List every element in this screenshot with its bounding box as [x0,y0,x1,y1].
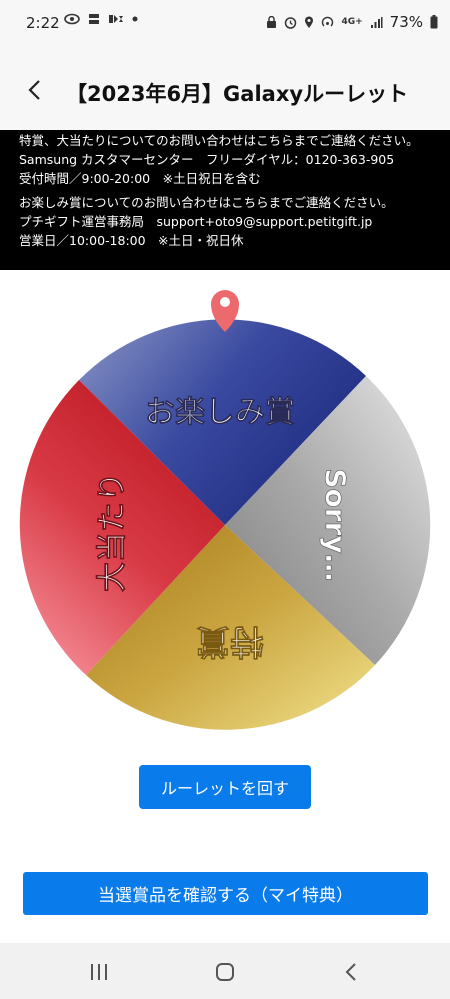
notification-icons [64,13,138,25]
home-button[interactable] [210,959,240,985]
info-line: 営業日／10:00-18:00 ※土日・祝日休 [19,233,244,248]
info-line: お楽しみ賞についてのお問い合わせはこちらまでご連絡ください。 [19,195,394,210]
roulette-wheel: お楽しみ賞 Sorry… 特賞 大当たり [0,280,450,730]
nav-back-button[interactable] [336,959,366,985]
back-arrow-icon [345,963,356,981]
network-type: 4G+ [341,17,363,27]
chevron-left-icon [28,80,40,100]
contact-info-banner: 特賞、大当たりについてのお問い合わせはこちらまでご連絡ください。 Samsung… [0,130,450,270]
location-icon [305,16,314,28]
eye-icon [64,13,80,25]
battery-icon [430,15,438,29]
dot-icon [132,16,138,22]
contact-info-petitgift: お楽しみ賞についてのお問い合わせはこちらまでご連絡ください。 プチギフト運営事務… [19,193,394,250]
page-title: 【2023年6月】Galaxyルーレット [66,82,409,106]
wheel-label-sorry: Sorry… [319,468,352,581]
info-line: 受付時間／9:00-20:00 ※土日祝日を含む [19,171,261,186]
lock-icon [267,15,277,28]
wheel-label-oatari: 大当たり [95,472,130,592]
battery-percentage: 73% [389,13,423,31]
status-time: 2:22 [26,14,60,32]
confirm-prize-button[interactable]: 当選賞品を確認する（マイ特典） [23,872,428,915]
signal-icon [370,16,383,28]
storage-icon [89,14,99,24]
info-line: 特賞、大当たりについてのお問い合わせはこちらまでご連絡ください。 [19,133,419,148]
ks-app-icon [109,15,123,23]
status-bar: 2:22 4G+ 73% [0,0,450,48]
alarm-icon [285,16,297,29]
recent-apps-icon [91,964,107,980]
hotspot-icon [322,16,334,26]
recent-apps-button[interactable] [84,959,114,985]
wheel-label-otanoshimi: お楽しみ賞 [145,395,295,430]
home-icon [216,963,234,981]
info-line: Samsung カスタマーセンター フリーダイヤル：0120-363-905 [19,152,395,167]
app-bar: 【2023年6月】Galaxyルーレット [0,48,450,130]
spin-roulette-button[interactable]: ルーレットを回す [139,765,311,809]
wheel-label-tokusho: 特賞 [196,621,264,661]
contact-info-main: 特賞、大当たりについてのお問い合わせはこちらまでご連絡ください。 Samsung… [19,131,419,188]
info-line: プチギフト運営事務局 support+oto9@support.petitgif… [19,214,373,229]
system-icons: 4G+ 73% [266,13,438,31]
back-button[interactable] [20,76,48,104]
system-nav-bar [0,943,450,999]
